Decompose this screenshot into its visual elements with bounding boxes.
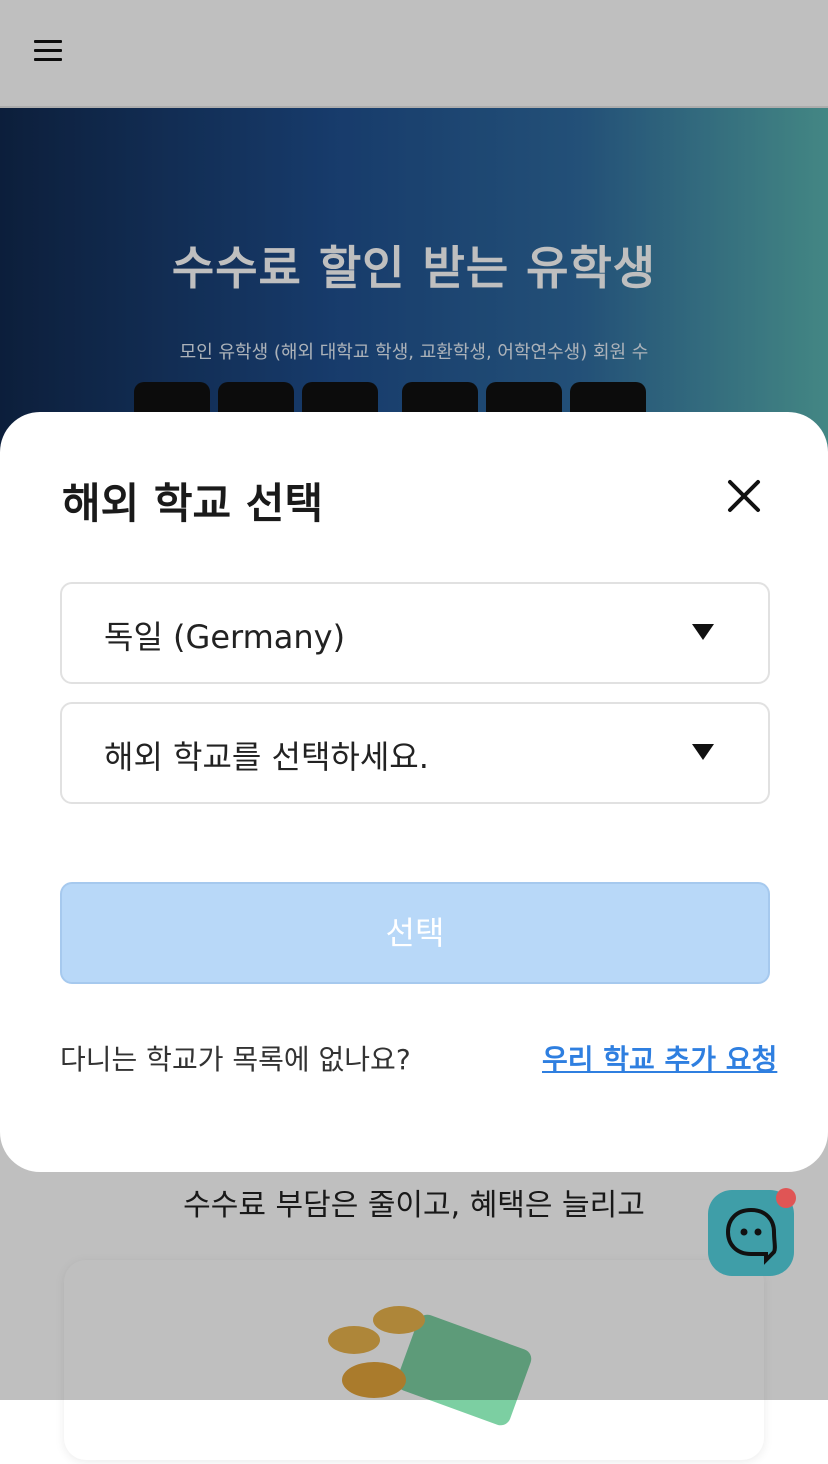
close-icon[interactable] (722, 474, 766, 518)
notification-dot (776, 1188, 796, 1208)
chevron-down-icon (692, 624, 714, 640)
add-school-request-link[interactable]: 우리 학교 추가 요청 (542, 1038, 777, 1078)
school-select-placeholder: 해외 학교를 선택하세요. (104, 738, 429, 776)
modal-title: 해외 학교 선택 (62, 479, 324, 528)
school-select[interactable]: 해외 학교를 선택하세요. (60, 702, 770, 804)
select-submit-button[interactable]: 선택 (60, 882, 770, 984)
country-select[interactable]: 독일 (Germany) (60, 582, 770, 684)
country-select-value: 독일 (Germany) (104, 618, 346, 656)
chevron-down-icon (692, 744, 714, 760)
missing-school-question: 다니는 학교가 목록에 없나요? (60, 1043, 411, 1076)
